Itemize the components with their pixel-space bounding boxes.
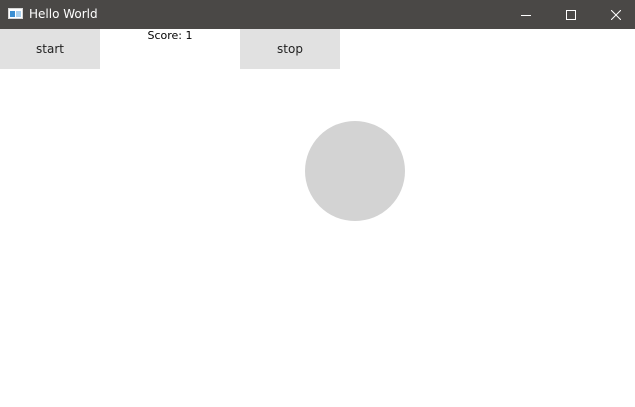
game-area: start Score: 1 stop — [0, 29, 635, 407]
window-app-icon — [8, 8, 23, 19]
app-window: Hello World start Score: 1 stop — [0, 0, 635, 407]
score-value: 1 — [185, 29, 193, 42]
maximize-button[interactable] — [548, 0, 594, 29]
start-button[interactable]: start — [0, 29, 100, 69]
minimize-icon — [521, 14, 531, 16]
maximize-icon — [566, 9, 576, 20]
minimize-button[interactable] — [503, 0, 549, 29]
score-label: Score: 1 — [100, 29, 240, 43]
stop-button[interactable]: stop — [240, 29, 340, 69]
close-button[interactable] — [593, 0, 635, 29]
score-text: Score: — [147, 29, 182, 42]
title-bar[interactable]: Hello World — [0, 0, 635, 29]
window-title: Hello World — [29, 7, 98, 21]
target-circle[interactable] — [305, 121, 405, 221]
close-icon — [611, 9, 621, 20]
